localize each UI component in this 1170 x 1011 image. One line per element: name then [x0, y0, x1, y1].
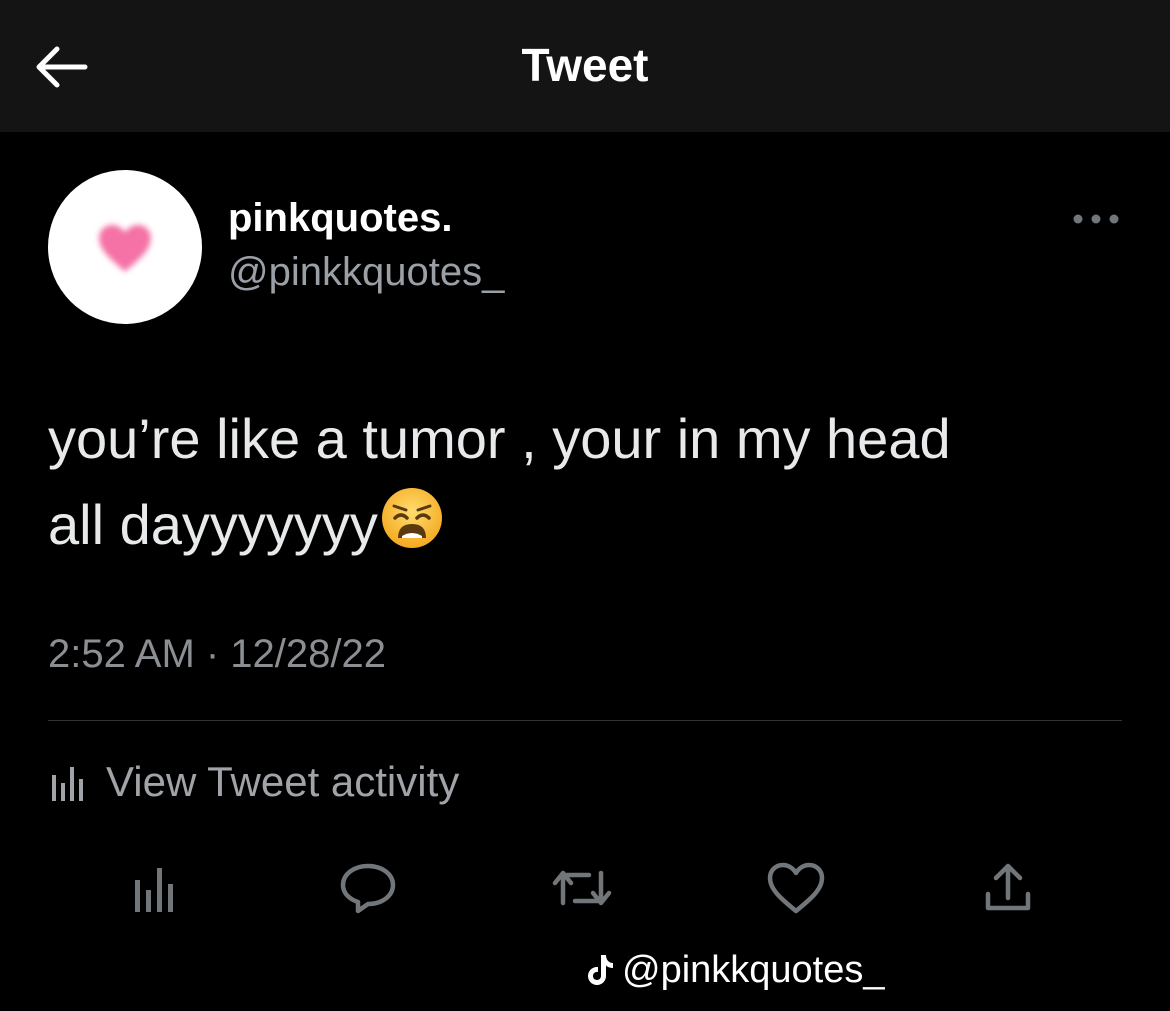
like-button[interactable] [760, 856, 832, 920]
tweet-timestamp[interactable]: 2:52 AM · 12/28/22 [48, 632, 386, 677]
share-icon [985, 863, 1031, 911]
tweet-text-line-2: all dayyyyyyy [48, 482, 1128, 568]
avatar[interactable] [48, 170, 202, 324]
share-button[interactable] [972, 856, 1044, 920]
watermark-handle: @pinkkquotes_ [622, 948, 885, 991]
like-icon [767, 862, 825, 914]
pink-heart-icon [99, 225, 151, 272]
tiktok-icon [588, 955, 613, 985]
reply-button[interactable] [332, 856, 404, 920]
top-bar: Tweet [0, 0, 1170, 132]
tweet-text-line-2-text: all dayyyyyyy [48, 493, 378, 556]
analytics-button[interactable] [118, 856, 190, 920]
more-options-button[interactable] [1068, 202, 1124, 236]
view-tweet-activity-link[interactable]: View Tweet activity [48, 752, 459, 812]
retweet-button[interactable] [546, 856, 618, 920]
page-title: Tweet [521, 39, 649, 91]
more-horizontal-icon [1073, 214, 1119, 224]
author-display-name[interactable]: pinkquotes. [228, 196, 452, 241]
tweet-text: you’re like a tumor , your in my head al… [48, 396, 1128, 568]
tiktok-watermark: @pinkkquotes_ [584, 944, 885, 996]
reply-icon [340, 863, 396, 914]
divider [48, 720, 1122, 721]
analytics-icon [52, 767, 83, 801]
tweet-text-line-1: you’re like a tumor , your in my head [48, 407, 951, 470]
author-handle[interactable]: @pinkkquotes_ [228, 250, 504, 295]
analytics-icon [135, 868, 173, 912]
retweet-icon [552, 870, 612, 906]
view-tweet-activity-label: View Tweet activity [106, 758, 460, 805]
weary-face-emoji [381, 488, 442, 548]
